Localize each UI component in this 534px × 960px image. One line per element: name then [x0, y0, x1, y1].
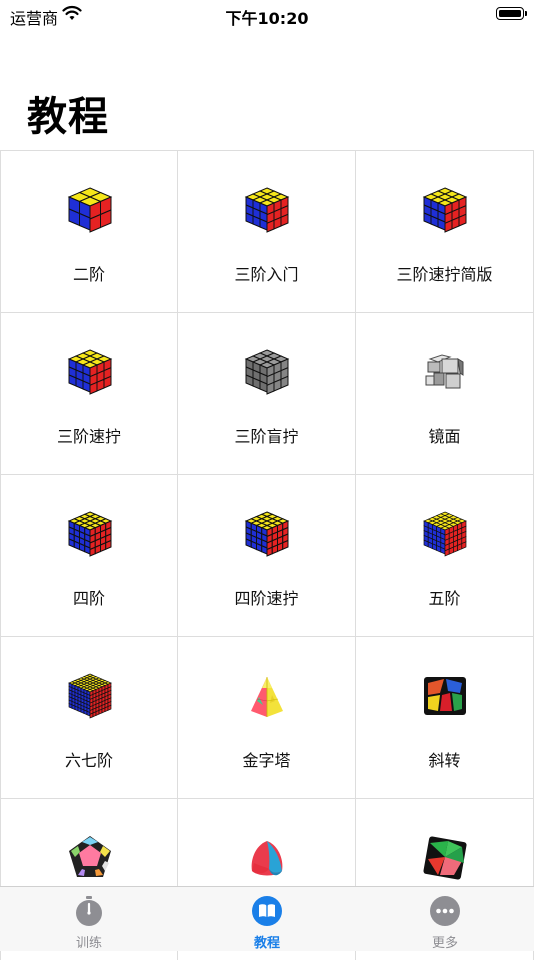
tutorial-item-3x3-speed-simple[interactable]: 三阶速拧简版 — [356, 151, 534, 312]
tab-bar: 训练 教程 更多 — [0, 886, 534, 951]
tutorial-item-6x6-7x7[interactable]: 六七阶 — [0, 637, 178, 798]
tutorial-item-label: 斜转 — [428, 751, 461, 770]
tutorial-item-3x3-blind[interactable]: 三阶盲拧 — [178, 313, 356, 474]
tutorial-item-label: 三阶速拧简版 — [396, 265, 493, 284]
tutorial-item-label: 五阶 — [428, 589, 461, 608]
cube-sticker — [107, 704, 112, 711]
cube-3x3-icon — [67, 349, 113, 395]
tab-tutorial[interactable]: 教程 — [178, 887, 356, 951]
cube-sticker — [98, 708, 103, 715]
mastermorphix-icon — [251, 841, 283, 876]
cube-3x3-icon — [422, 187, 468, 233]
tab-training[interactable]: 训练 — [0, 887, 178, 951]
tutorial-item-pyraminx[interactable]: 金字塔 — [178, 637, 356, 798]
cube-sticker — [89, 712, 94, 719]
book-icon — [252, 896, 282, 926]
cube-sticker — [101, 707, 106, 714]
tutorial-item-label: 三阶速拧 — [56, 427, 121, 446]
mirror-cube-icon — [425, 354, 464, 389]
tutorial-item-5x5[interactable]: 五阶 — [356, 475, 534, 636]
status-time: 下午10:20 — [225, 9, 309, 28]
page-title: 教程 — [27, 94, 109, 140]
tutorial-item-4x4-speed[interactable]: 四阶速拧 — [178, 475, 356, 636]
cube-5x5-icon — [423, 511, 467, 557]
tutorial-item-label: 三阶盲拧 — [234, 427, 299, 446]
grid-row: 二阶 三阶入门 三阶速拧简版 — [0, 150, 534, 312]
cube-4x4-icon — [67, 511, 113, 557]
tutorial-item-3x3-speed[interactable]: 三阶速拧 — [0, 313, 178, 474]
cube-sticker — [92, 711, 97, 718]
grid-row: 六七阶 金字塔 斜转 — [0, 636, 534, 798]
status-bar: 运营商 下午10:20 — [0, 0, 534, 30]
tutorial-item-label: 二阶 — [72, 265, 105, 284]
cube-7x7-icon — [68, 673, 112, 719]
tutorial-item-label: 镜面 — [428, 427, 461, 446]
tutorial-item-2x2[interactable]: 二阶 — [0, 151, 178, 312]
tutorial-item-3x3-beginner[interactable]: 三阶入门 — [178, 151, 356, 312]
tutorial-item-label: 四阶速拧 — [234, 589, 299, 608]
square-one-icon — [423, 836, 467, 880]
tab-more[interactable]: 更多 — [356, 887, 534, 951]
cube-4x4-icon — [244, 511, 290, 557]
tab-label: 教程 — [253, 936, 280, 951]
tutorial-item-label: 六七阶 — [64, 751, 113, 770]
tutorial-item-label: 四阶 — [72, 589, 105, 608]
more-icon — [430, 896, 460, 926]
megaminx-icon — [69, 836, 111, 877]
tutorial-item-mirror[interactable]: 镜面 — [356, 313, 534, 474]
battery-icon — [496, 7, 527, 20]
grid-row: 三阶速拧 三阶盲拧 镜面 — [0, 312, 534, 474]
tutorial-item-label: 金字塔 — [242, 751, 291, 770]
gray-cube-icon — [244, 349, 290, 395]
tutorial-grid: 二阶 三阶入门 三阶速拧简版 三阶速拧 三阶盲拧 镜面 四阶 四阶速拧 五阶 六… — [0, 150, 534, 960]
tab-label: 训练 — [75, 936, 102, 951]
tutorial-item-4x4[interactable]: 四阶 — [0, 475, 178, 636]
skewb-icon — [424, 677, 466, 715]
grid-row: 四阶 四阶速拧 五阶 — [0, 474, 534, 636]
tutorial-item-skewb[interactable]: 斜转 — [356, 637, 534, 798]
cube-sticker — [104, 706, 109, 713]
cube-sticker — [95, 709, 100, 716]
tutorial-item-label: 三阶入门 — [234, 265, 299, 284]
pyramid-icon — [251, 677, 283, 717]
tab-label: 更多 — [431, 936, 458, 951]
cube-3x3-icon — [244, 187, 290, 233]
cube-2x2-icon — [67, 187, 113, 233]
stopwatch-icon — [76, 896, 102, 926]
